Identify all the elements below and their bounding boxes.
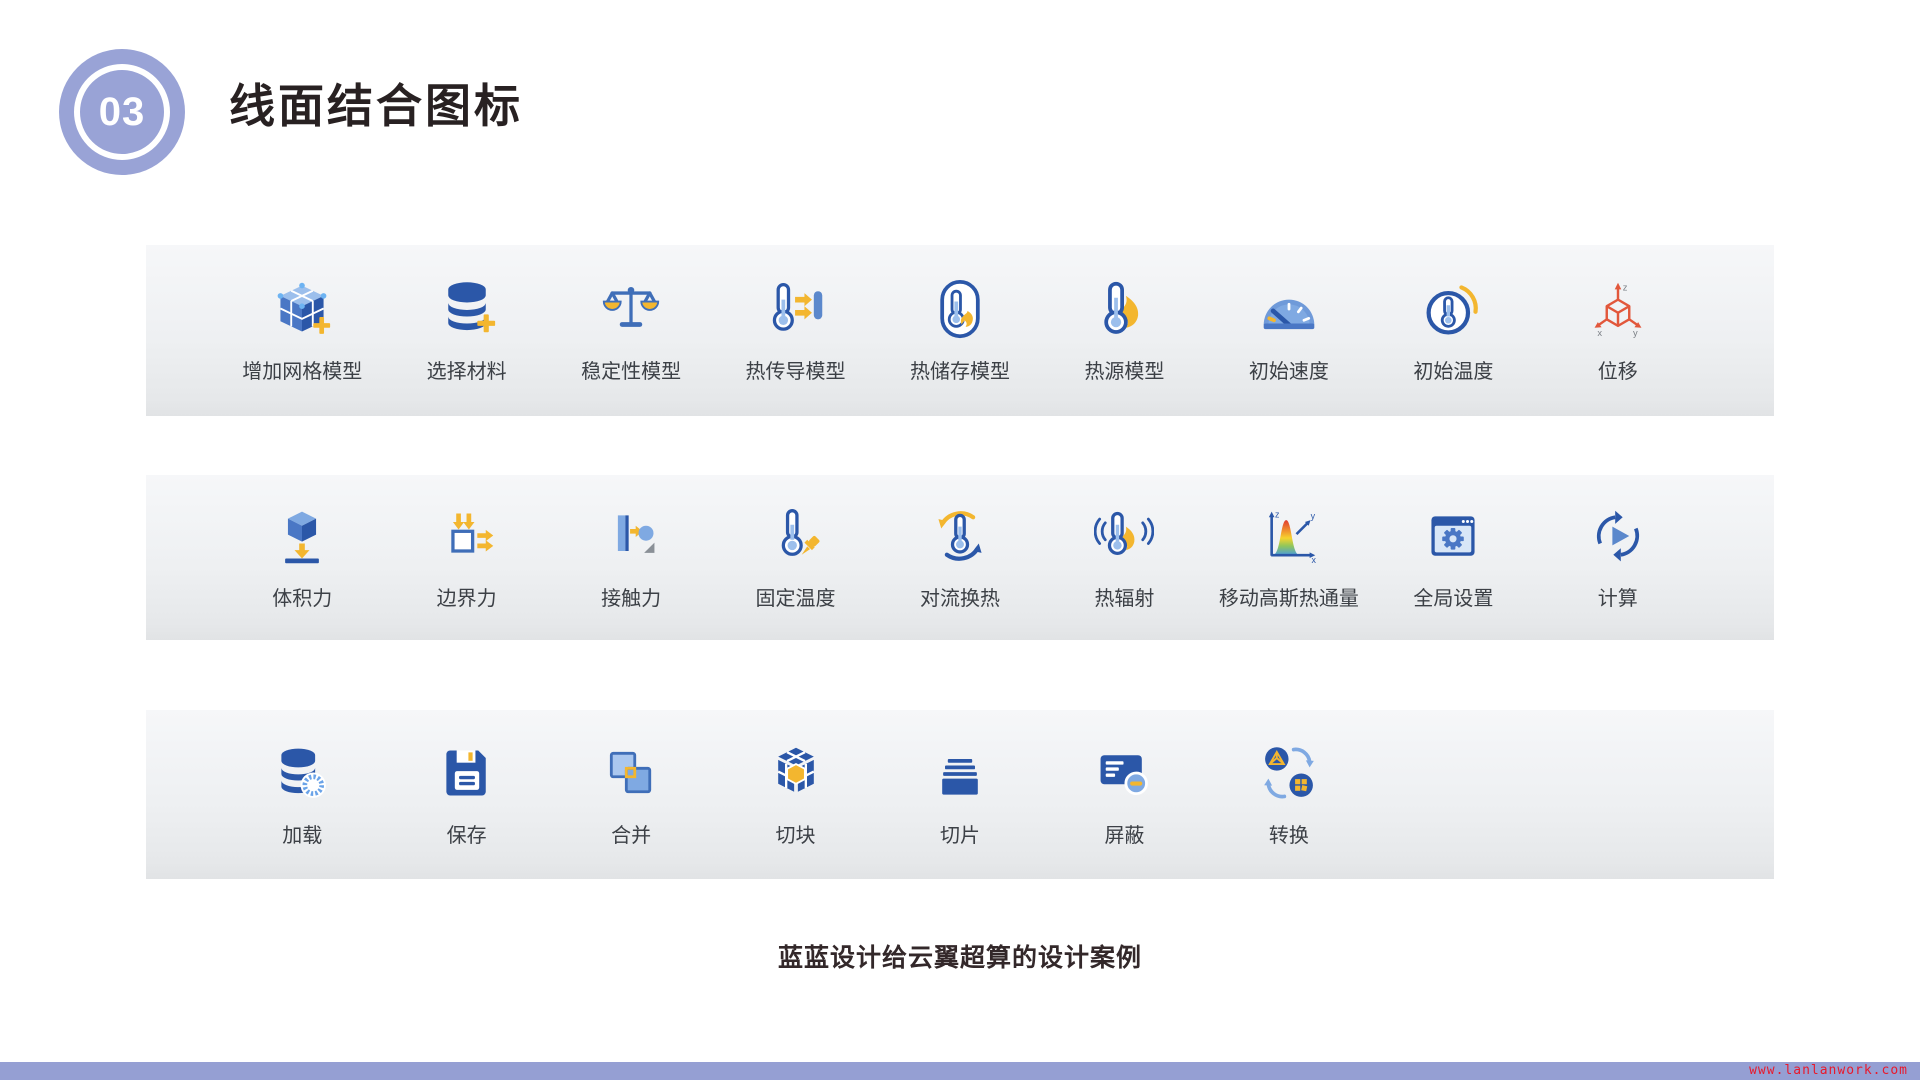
badge-number: 03 xyxy=(99,90,146,135)
icon-item-label: 增加网格模型 xyxy=(242,355,362,384)
icon-item-cut-block: 切块 xyxy=(713,710,877,879)
caption-text: 蓝蓝设计给云翼超算的设计案例 xyxy=(0,938,1920,974)
icon-item-label: 转换 xyxy=(1269,819,1309,848)
icon-item-label: 切片 xyxy=(940,819,980,848)
icon-band-3: 加载 保存 合并 xyxy=(146,710,1774,879)
icon-item-label: 计算 xyxy=(1598,582,1638,611)
icon-item-initial-temperature: 初始温度 xyxy=(1371,245,1535,416)
section-number-badge: 03 xyxy=(59,49,185,175)
select-material-icon xyxy=(437,277,497,341)
icon-item-compute: 计算 xyxy=(1536,475,1700,640)
icon-item-slice: 切片 xyxy=(878,710,1042,879)
icon-item-body-force: 体积力 xyxy=(220,475,384,640)
icon-item-save: 保存 xyxy=(384,710,548,879)
heat-storage-model-icon xyxy=(930,277,990,341)
icon-item-select-material: 选择材料 xyxy=(384,245,548,416)
save-icon xyxy=(437,741,497,805)
icon-item-label: 热储存模型 xyxy=(910,355,1010,384)
icon-item-convert: 转换 xyxy=(1207,710,1371,879)
icon-item-initial-velocity: 初始速度 xyxy=(1207,245,1371,416)
heat-source-model-icon xyxy=(1094,277,1154,341)
merge-icon xyxy=(601,741,661,805)
initial-velocity-icon xyxy=(1259,277,1319,341)
body-force-icon xyxy=(272,504,332,568)
contact-force-icon xyxy=(601,504,661,568)
global-settings-icon xyxy=(1423,504,1483,568)
svg-text:y: y xyxy=(1633,328,1638,338)
icon-item-displacement: z x y 位移 xyxy=(1536,245,1700,416)
cut-block-icon xyxy=(766,741,826,805)
displacement-icon: z x y xyxy=(1588,277,1648,341)
icon-item-load: 加载 xyxy=(220,710,384,879)
fixed-temperature-icon xyxy=(766,504,826,568)
icon-item-label: 选择材料 xyxy=(427,355,507,384)
svg-text:x: x xyxy=(1311,555,1316,565)
icon-item-label: 屏蔽 xyxy=(1104,819,1144,848)
add-mesh-model-icon xyxy=(272,277,332,341)
footer-bar xyxy=(0,1062,1920,1080)
slice-icon xyxy=(930,741,990,805)
icon-item-label: 合并 xyxy=(611,819,651,848)
icon-item-label: 热源模型 xyxy=(1084,355,1164,384)
icon-item-convection: 对流换热 xyxy=(878,475,1042,640)
icon-item-heat-conduction: 热传导模型 xyxy=(713,245,877,416)
mask-icon xyxy=(1094,741,1154,805)
compute-icon xyxy=(1588,504,1648,568)
icon-item-thermal-radiation: 热辐射 xyxy=(1042,475,1206,640)
icon-item-label: 初始温度 xyxy=(1413,355,1493,384)
boundary-force-icon xyxy=(437,504,497,568)
thermal-radiation-icon xyxy=(1094,504,1154,568)
icon-item-label: 移动高斯热通量 xyxy=(1219,582,1359,611)
moving-gaussian-heat-flux-icon: z y x xyxy=(1259,504,1319,568)
icon-item-add-mesh-model: 增加网格模型 xyxy=(220,245,384,416)
load-icon xyxy=(272,741,332,805)
icon-item-global-settings: 全局设置 xyxy=(1371,475,1535,640)
svg-text:z: z xyxy=(1622,282,1627,292)
icon-item-heat-source: 热源模型 xyxy=(1042,245,1206,416)
icon-item-label: 加载 xyxy=(282,819,322,848)
icon-item-label: 初始速度 xyxy=(1249,355,1329,384)
icon-item-label: 热辐射 xyxy=(1094,582,1154,611)
stability-model-icon xyxy=(601,277,661,341)
icon-item-label: 保存 xyxy=(447,819,487,848)
icon-item-label: 对流换热 xyxy=(920,582,1000,611)
icon-item-label: 体积力 xyxy=(272,582,332,611)
initial-temperature-icon xyxy=(1423,277,1483,341)
icon-item-label: 热传导模型 xyxy=(746,355,846,384)
icon-item-stability-model: 稳定性模型 xyxy=(549,245,713,416)
icon-item-contact-force: 接触力 xyxy=(549,475,713,640)
heat-conduction-model-icon xyxy=(766,277,826,341)
icon-item-label: 全局设置 xyxy=(1413,582,1493,611)
svg-text:z: z xyxy=(1275,509,1279,519)
icon-item-fixed-temperature: 固定温度 xyxy=(713,475,877,640)
icon-item-label: 边界力 xyxy=(437,582,497,611)
icon-item-gaussian-heat-flux: z y x 移动高斯热通量 xyxy=(1207,475,1371,640)
icon-item-label: 位移 xyxy=(1598,355,1638,384)
icon-item-label: 固定温度 xyxy=(756,582,836,611)
icon-item-label: 稳定性模型 xyxy=(581,355,681,384)
footer-url: www.lanlanwork.com xyxy=(1749,1062,1908,1080)
icon-item-label: 接触力 xyxy=(601,582,661,611)
icon-item-heat-storage: 热储存模型 xyxy=(878,245,1042,416)
icon-band-2: 体积力 边界力 接触力 xyxy=(146,475,1774,640)
badge-ring: 03 xyxy=(74,64,170,160)
convection-heat-exchange-icon xyxy=(930,504,990,568)
page-title: 线面结合图标 xyxy=(229,80,523,132)
svg-text:x: x xyxy=(1597,328,1602,338)
svg-text:y: y xyxy=(1310,511,1315,521)
icon-item-mask: 屏蔽 xyxy=(1042,710,1206,879)
icon-band-1: 增加网格模型 选择材料 xyxy=(146,245,1774,416)
icon-item-boundary-force: 边界力 xyxy=(384,475,548,640)
icon-item-label: 切块 xyxy=(776,819,816,848)
convert-icon xyxy=(1259,741,1319,805)
icon-item-merge: 合并 xyxy=(549,710,713,879)
